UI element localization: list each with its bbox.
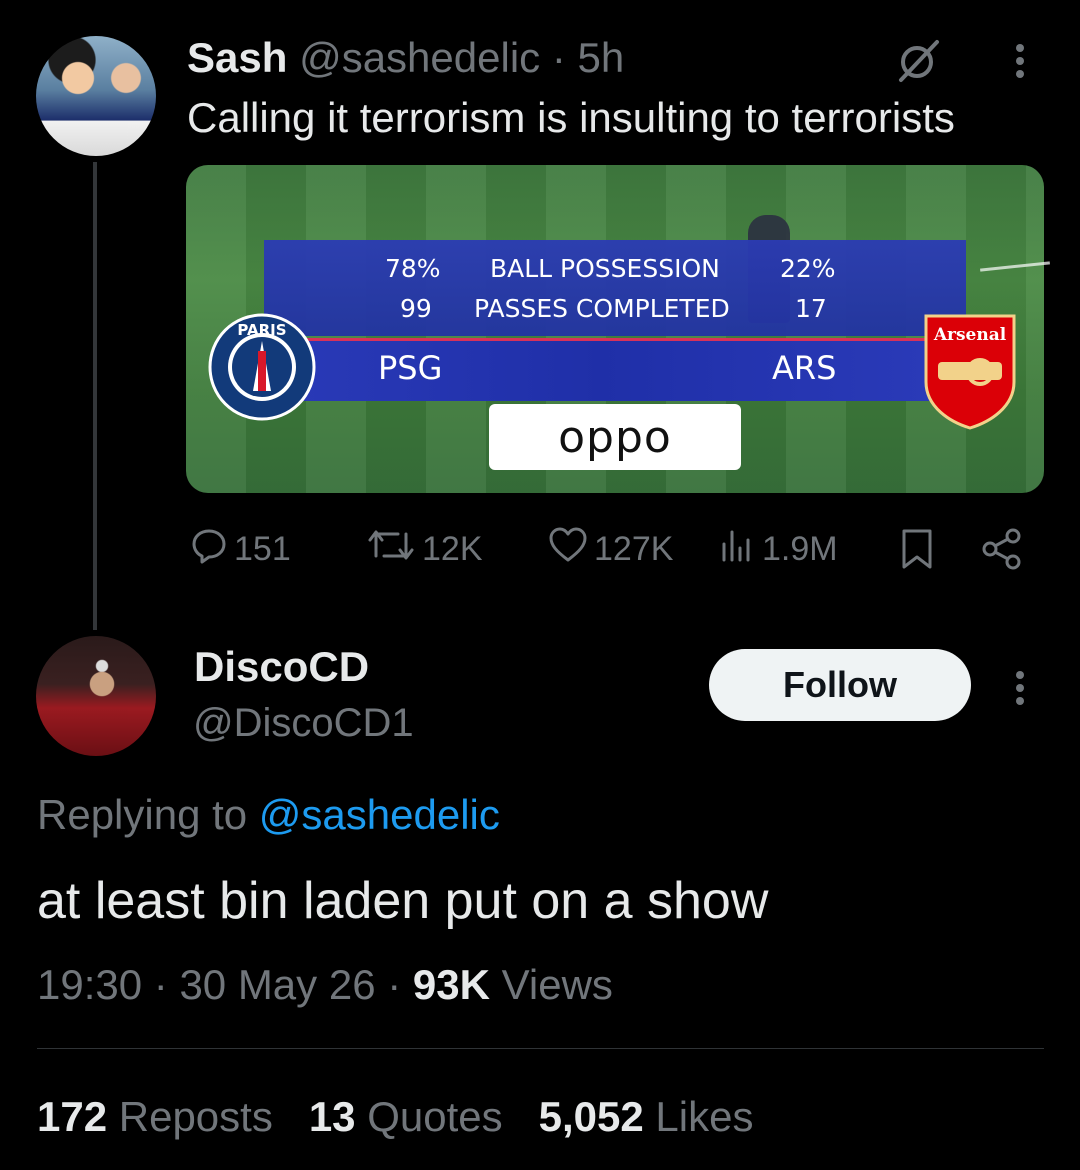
grok-icon[interactable] [893,36,943,86]
repost-action[interactable]: 12K [366,525,483,573]
repost-icon [366,526,422,573]
team-right: ARS [772,349,837,387]
follow-button[interactable]: Follow [709,649,971,721]
reply-tweet-text: at least bin laden put on a show [37,872,769,930]
replying-handle-link[interactable]: @sashedelic [259,791,500,838]
like-count: 127K [594,529,674,568]
more-options-icon-reply[interactable] [1006,663,1034,713]
reposts-count: 172 [37,1093,108,1140]
arsenal-badge-icon: Arsenal [920,312,1020,430]
parent-author-handle[interactable]: @sashedelic [299,34,540,81]
engagement-counts: 172 Reposts 13 Quotes 5,052 Likes [37,1092,753,1142]
reply-views-count: 93K [412,961,490,1008]
stat-possession-label: BALL POSSESSION [490,254,720,283]
reply-author-handle[interactable]: @DiscoCD1 [193,700,414,746]
replying-prefix: Replying to [37,791,248,838]
psg-badge-text: PARIS [237,321,286,339]
more-options-icon[interactable] [1006,36,1034,86]
psg-badge-icon: PARIS [203,313,321,421]
heart-icon [548,526,594,573]
team-left: PSG [378,349,443,387]
views-action[interactable]: 1.9M [720,525,838,573]
arsenal-badge-text: Arsenal [933,325,1007,345]
repost-count: 12K [422,529,483,568]
reply-meta: 19:30 · 30 May 26 · 93K Views [37,961,613,1008]
sash-avatar[interactable] [36,36,156,156]
parent-timestamp[interactable]: 5h [578,34,625,81]
thread-line [93,162,97,630]
reply-time[interactable]: 19:30 [37,961,142,1008]
stat-passes-left: 99 [400,294,432,323]
reply-count: 151 [234,529,291,568]
quotes-link[interactable]: 13 Quotes [309,1093,503,1140]
stat-possession-right: 22% [780,254,836,283]
discocd-avatar[interactable] [36,636,156,756]
reply-author-name[interactable]: DiscoCD [194,644,369,690]
sponsor-banner: oppo [489,404,741,470]
reply-icon [190,526,234,573]
divider [37,1048,1044,1049]
like-action[interactable]: 127K [548,525,673,573]
stat-passes-label: PASSES COMPLETED [474,294,730,323]
reply-date[interactable]: 30 May 26 [179,961,375,1008]
reposts-link[interactable]: 172 Reposts [37,1093,273,1140]
bookmark-icon[interactable] [900,527,934,576]
reposts-label: Reposts [118,1093,273,1140]
reply-action[interactable]: 151 [190,525,291,573]
views-count: 1.9M [762,529,838,568]
likes-link[interactable]: 5,052 Likes [539,1093,754,1140]
share-icon[interactable] [980,527,1024,576]
replying-to-line: Replying to @sashedelic [37,790,500,840]
views-chart-icon [720,526,762,573]
header-separator: · [551,34,566,81]
parent-tweet-text: Calling it terrorism is insulting to ter… [187,94,955,141]
likes-count: 5,052 [538,1093,644,1140]
quotes-label: Quotes [367,1093,503,1140]
likes-label: Likes [655,1093,754,1140]
quotes-count: 13 [308,1093,356,1140]
parent-tweet-header: Sash @sashedelic · 5h [187,34,624,82]
reply-views-label: Views [501,961,613,1008]
stat-possession-left: 78% [385,254,441,283]
parent-author-name[interactable]: Sash [187,34,287,81]
stat-passes-right: 17 [795,294,827,323]
